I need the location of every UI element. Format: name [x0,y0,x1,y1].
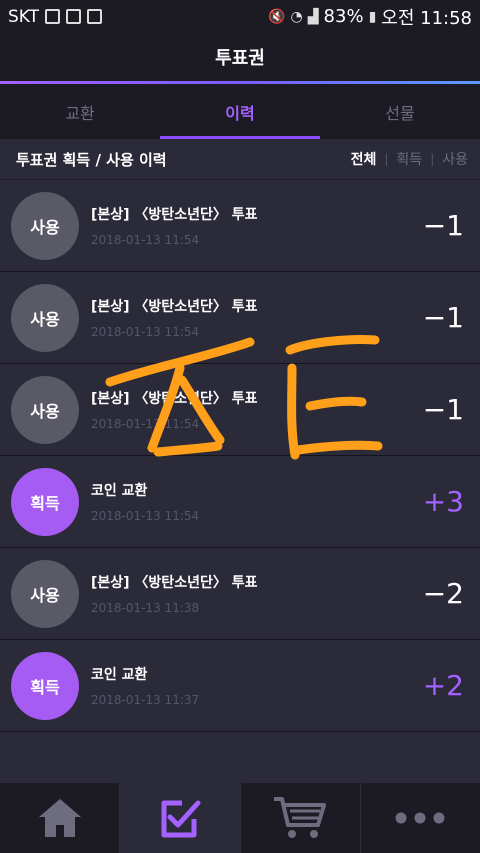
cart-icon [274,797,327,838]
item-amount: −1 [422,209,464,242]
type-badge: 사용 [11,283,79,352]
notification-alert-icon [45,9,61,24]
item-title: [본상] 〈방탄소년단〉 투표 [91,207,258,223]
filter-divider: | [430,152,435,166]
type-badge: 획득 [11,651,79,720]
item-timestamp: 2018-01-13 11:38 [91,601,200,615]
item-timestamp: 2018-01-13 11:37 [91,693,200,707]
vote-check-icon [161,800,201,838]
status-bar: SKT 🔇 ◔ ▟ 83% ▮ 오전 11:58 [0,0,480,33]
carrier-label: SKT [8,6,40,27]
filter-divider: | [384,152,389,166]
mute-icon: 🔇 [268,8,286,25]
more-icon [395,812,445,824]
list-item[interactable]: 사용 [본상] 〈방탄소년단〉 투표 2018-01-13 11:54 −1 [0,180,480,272]
item-timestamp: 2018-01-13 11:54 [91,325,200,339]
wifi-icon: ◔ [290,8,303,25]
item-amount: −1 [422,393,464,426]
tab-history[interactable]: 이력 [160,84,320,139]
bottom-nav [0,783,480,853]
nav-more[interactable] [361,783,480,853]
nav-home[interactable] [0,783,119,853]
filter-bar: 투표권 획득 / 사용 이력 전체 | 획득 | 사용 [0,139,480,180]
signal-icon: ▟ [307,8,319,25]
filter-acquired[interactable]: 획득 [396,149,422,169]
item-title: [본상] 〈방탄소년단〉 투표 [91,391,258,407]
notification-face-icon [66,9,82,24]
battery-icon: ▮ [368,8,377,25]
item-title: 코인 교환 [91,667,148,683]
list-item[interactable]: 사용 [본상] 〈방탄소년단〉 투표 2018-01-13 11:38 −2 [0,548,480,640]
list-item[interactable]: 사용 [본상] 〈방탄소년단〉 투표 2018-01-13 11:54 −1 [0,364,480,456]
item-title: [본상] 〈방탄소년단〉 투표 [91,575,258,591]
tab-bar: 교환 이력 선물 [0,84,480,139]
item-timestamp: 2018-01-13 11:54 [91,417,200,431]
history-list: 사용 [본상] 〈방탄소년단〉 투표 2018-01-13 11:54 −1 사… [0,180,480,732]
type-badge: 사용 [11,375,79,444]
filter-options: 전체 | 획득 | 사용 [351,149,468,169]
notification-image-icon [87,9,103,24]
filter-used[interactable]: 사용 [442,149,468,169]
item-timestamp: 2018-01-13 11:54 [91,509,200,523]
history-section-title: 투표권 획득 / 사용 이력 [16,150,167,169]
item-amount: −2 [422,577,464,610]
item-timestamp: 2018-01-13 11:54 [91,233,200,247]
tab-exchange[interactable]: 교환 [0,84,160,139]
list-item[interactable]: 획득 코인 교환 2018-01-13 11:54 +3 [0,456,480,548]
nav-vote-history[interactable] [120,783,240,853]
tab-gift[interactable]: 선물 [320,84,480,139]
list-item[interactable]: 획득 코인 교환 2018-01-13 11:37 +2 [0,640,480,732]
clock: 오전 11:58 [381,7,472,29]
item-amount: +2 [422,669,464,702]
type-badge: 획득 [11,467,79,536]
list-item[interactable]: 사용 [본상] 〈방탄소년단〉 투표 2018-01-13 11:54 −1 [0,272,480,364]
item-title: 코인 교환 [91,483,148,499]
battery-percent: 83% [323,6,364,27]
nav-shop[interactable] [241,783,360,853]
home-icon [38,799,81,837]
item-title: [본상] 〈방탄소년단〉 투표 [91,299,258,315]
page-title: 투표권 [0,33,480,81]
item-amount: −1 [422,301,464,334]
type-badge: 사용 [11,191,79,260]
type-badge: 사용 [11,559,79,628]
filter-all[interactable]: 전체 [351,149,377,169]
item-amount: +3 [422,485,464,518]
